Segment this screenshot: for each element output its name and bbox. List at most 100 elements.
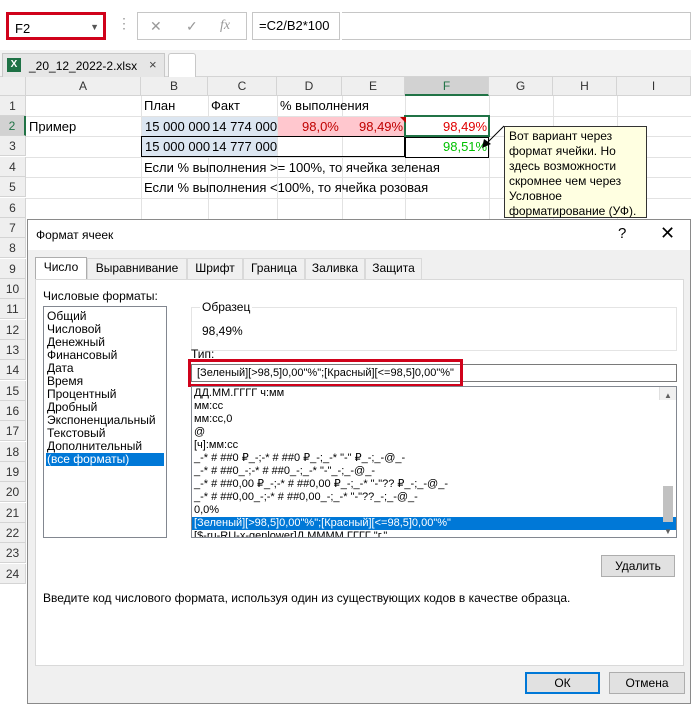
help-icon[interactable]: ? (618, 225, 626, 242)
vertical-scrollbar[interactable]: ▲ ▼ (659, 387, 676, 536)
scroll-up-icon[interactable]: ▲ (664, 389, 672, 402)
cell-c1[interactable]: Факт (211, 96, 240, 116)
scroll-thumb[interactable] (663, 486, 673, 522)
cancel-icon[interactable]: ✕ (150, 18, 162, 35)
column-header[interactable]: G (489, 77, 553, 96)
sample-group: Образец 98,49% (191, 300, 677, 351)
row-header[interactable]: 6 (0, 198, 26, 218)
format-list[interactable]: ДД.ММ.ГГГГ ч:мм мм:сс мм:сс,0 @ [ч]:мм:с… (191, 386, 677, 538)
row-header[interactable]: 10 (0, 279, 26, 299)
cell-d1[interactable]: % выполнения (280, 96, 369, 116)
list-item[interactable]: _-* # ##0 ₽_-;-* # ##0 ₽_-;_-* "-" ₽_-;_… (192, 452, 676, 465)
sample-value: 98,49% (202, 324, 243, 338)
cancel-button[interactable]: Отмена (609, 672, 685, 694)
cell-b2[interactable]: 15 000 000 (145, 117, 210, 137)
chevron-down-icon[interactable]: ▼ (90, 22, 99, 32)
list-item-selected[interactable]: [Зеленый][>98,5]0,00"%";[Красный][<=98,5… (192, 517, 676, 530)
row-header[interactable]: 14 (0, 360, 26, 380)
row-header[interactable]: 23 (0, 543, 26, 563)
list-item[interactable]: _-* # ##0,00_-;-* # ##0,00_-;_-* "-"??_-… (192, 491, 676, 504)
row-header[interactable]: 4 (0, 157, 26, 177)
column-header[interactable]: I (617, 77, 691, 96)
tab-fill[interactable]: Заливка (305, 258, 365, 279)
tab-font[interactable]: Шрифт (187, 258, 243, 279)
formula-input-rest[interactable] (342, 12, 691, 40)
list-item[interactable]: _-* # ##0_-;-* # ##0_-;_-* "-"_-;_-@_- (192, 465, 676, 478)
row-header[interactable]: 17 (0, 421, 26, 441)
row-header[interactable]: 9 (0, 259, 26, 279)
cell-b4[interactable]: Если % выполнения >= 100%, то ячейка зел… (144, 158, 440, 178)
hint-text: Введите код числового формата, используя… (43, 591, 571, 605)
cell-d2[interactable]: 98,0% (302, 117, 339, 137)
list-item[interactable]: @ (192, 426, 676, 439)
list-item[interactable]: [$-ru-RU-x-genlower]Д ММММ ГГГГ "г." (192, 530, 676, 537)
column-header[interactable]: A (26, 77, 141, 96)
row-header[interactable]: 1 (0, 96, 26, 116)
category-list[interactable]: Общий Числовой Денежный Финансовый Дата … (43, 306, 167, 538)
row-header[interactable]: 5 (0, 177, 26, 197)
excel-icon: X (7, 58, 21, 72)
row-header[interactable]: 15 (0, 381, 26, 401)
row-header-selected[interactable]: 2 (0, 116, 26, 136)
new-tab-button[interactable] (168, 53, 196, 77)
list-item[interactable]: 0,0% (192, 504, 676, 517)
row-header[interactable]: 13 (0, 340, 26, 360)
list-item[interactable]: [ч]:мм:сс (192, 439, 676, 452)
column-header[interactable]: D (277, 77, 342, 96)
close-icon[interactable]: × (149, 57, 157, 72)
check-icon[interactable]: ✓ (186, 18, 198, 35)
scroll-down-icon[interactable]: ▼ (664, 525, 672, 537)
cell-b5[interactable]: Если % выполнения <100%, то ячейка розов… (144, 178, 428, 198)
workbook-tab[interactable]: X _20_12_2022-2.xlsx × (2, 53, 165, 77)
row-header[interactable]: 22 (0, 523, 26, 543)
list-item[interactable]: ДД.ММ.ГГГГ ч:мм (192, 387, 676, 400)
list-item[interactable]: мм:сс (192, 400, 676, 413)
row-header[interactable]: 3 (0, 136, 26, 156)
row-header[interactable]: 12 (0, 320, 26, 340)
cell-b1[interactable]: План (144, 96, 175, 116)
list-item[interactable]: _-* # ##0,00 ₽_-;-* # ##0,00 ₽_-;_-* "-"… (192, 478, 676, 491)
tab-number[interactable]: Число (35, 257, 87, 279)
ok-button[interactable]: ОК (525, 672, 600, 694)
formula-input[interactable]: =C2/B2*100 (252, 12, 340, 40)
select-all-corner[interactable] (0, 77, 26, 96)
row-header[interactable]: 20 (0, 482, 26, 502)
row-header[interactable]: 21 (0, 503, 26, 523)
categories-label: Числовые форматы: (43, 289, 158, 303)
cell-e2[interactable]: 98,49% (359, 117, 403, 137)
tab-protection[interactable]: Защита (365, 258, 422, 279)
row-header[interactable]: 11 (0, 299, 26, 319)
sample-label: Образец (200, 300, 253, 314)
tab-border[interactable]: Граница (243, 258, 305, 279)
column-header-selected[interactable]: F (405, 77, 489, 96)
column-header[interactable]: C (208, 77, 277, 96)
row-header[interactable]: 7 (0, 218, 26, 238)
row-header[interactable]: 19 (0, 462, 26, 482)
list-item[interactable]: мм:сс,0 (192, 413, 676, 426)
column-header[interactable]: H (553, 77, 617, 96)
row-header[interactable]: 18 (0, 442, 26, 462)
cell-a2[interactable]: Пример (29, 117, 76, 137)
name-box[interactable]: F2 ▼ (6, 12, 106, 40)
column-header[interactable]: B (141, 77, 208, 96)
cell-c3[interactable]: 14 777 000 (212, 137, 277, 157)
row-header[interactable]: 24 (0, 564, 26, 584)
list-item-selected[interactable]: (все форматы) (46, 453, 164, 466)
formula-text: =C2/B2*100 (259, 18, 330, 33)
name-box-value: F2 (15, 21, 31, 36)
number-tab-panel: Числовые форматы: Общий Числовой Денежны… (35, 279, 684, 666)
row-header[interactable]: 8 (0, 238, 26, 258)
dialog-title: Формат ячеек (36, 228, 114, 242)
cell-b3[interactable]: 15 000 000 (145, 137, 210, 157)
close-icon[interactable]: ✕ (660, 223, 675, 244)
delete-button[interactable]: Удалить (601, 555, 675, 577)
type-input-highlight (188, 359, 463, 387)
tab-alignment[interactable]: Выравнивание (87, 258, 187, 279)
comment-callout[interactable]: Вот вариант через формат ячейки. Но здес… (504, 126, 647, 218)
column-header[interactable]: E (342, 77, 405, 96)
cell-c2[interactable]: 14 774 000 (212, 117, 277, 137)
more-icon: ⋮ (117, 15, 132, 31)
row-header[interactable]: 16 (0, 401, 26, 421)
dialog-titlebar: Формат ячеек ? ✕ (28, 220, 690, 250)
fx-icon[interactable]: fx (220, 18, 230, 34)
